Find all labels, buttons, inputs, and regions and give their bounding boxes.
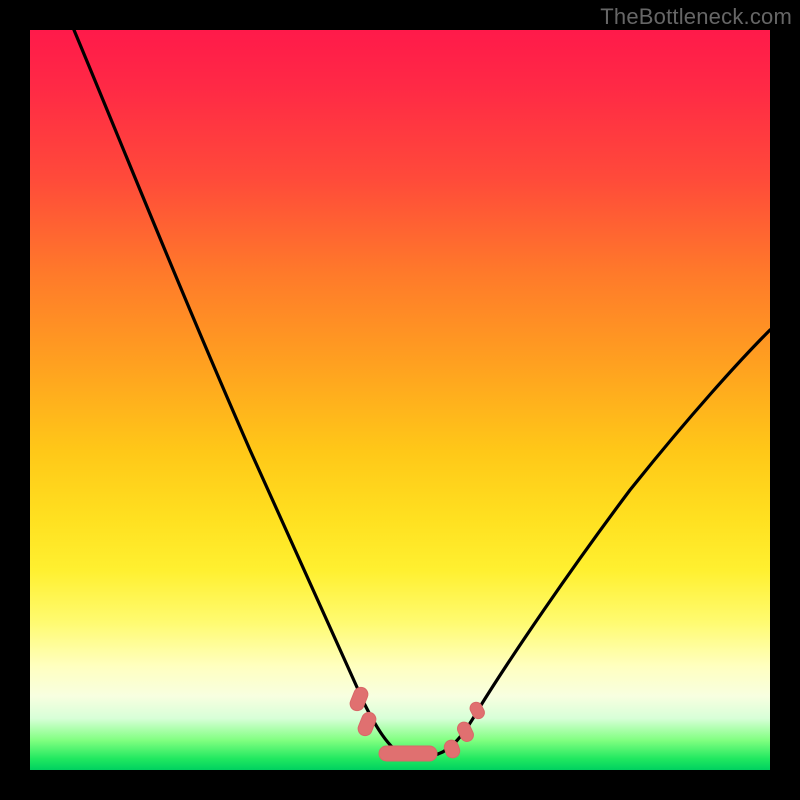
curve-marker	[379, 746, 437, 761]
outer-frame: TheBottleneck.com	[0, 0, 800, 800]
plot-area	[30, 30, 770, 770]
chart-svg	[30, 30, 770, 770]
curve-marker	[442, 738, 461, 760]
curve-right	[438, 330, 770, 754]
curve-marker	[356, 710, 378, 737]
curve-left	[74, 30, 402, 754]
marker-group	[348, 685, 487, 761]
watermark-text: TheBottleneck.com	[600, 4, 792, 30]
